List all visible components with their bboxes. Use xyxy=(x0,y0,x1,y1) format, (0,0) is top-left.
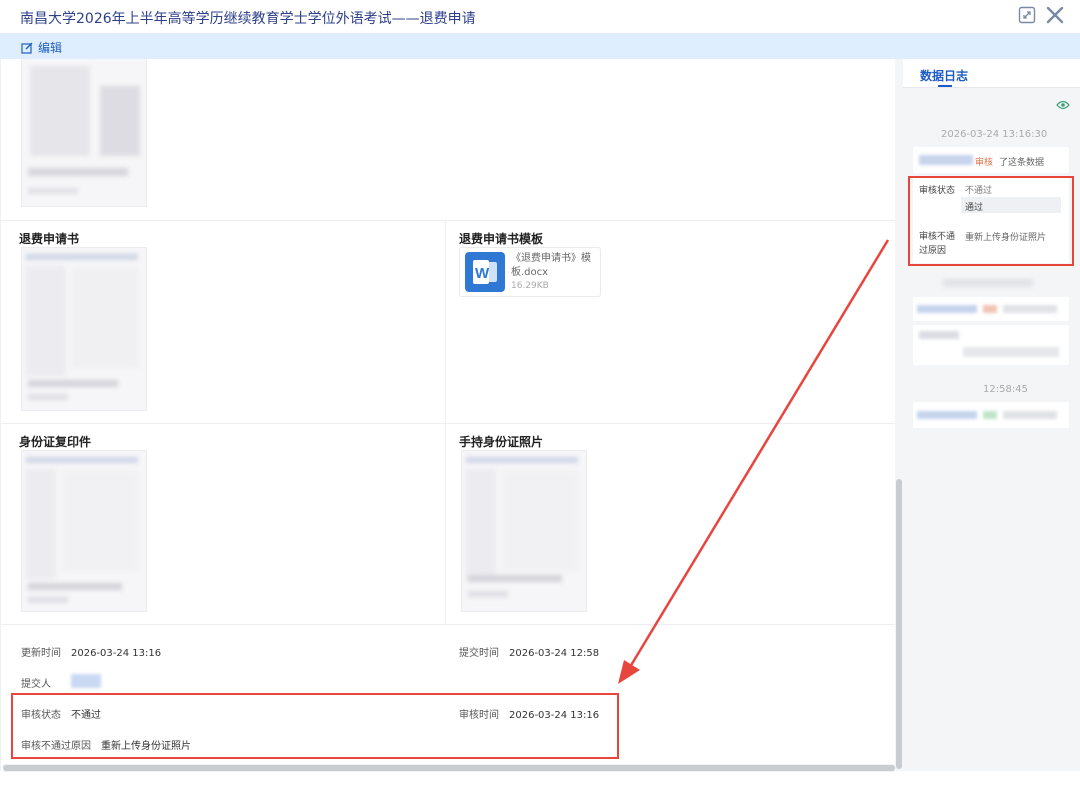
annotation-arrow xyxy=(618,239,890,684)
